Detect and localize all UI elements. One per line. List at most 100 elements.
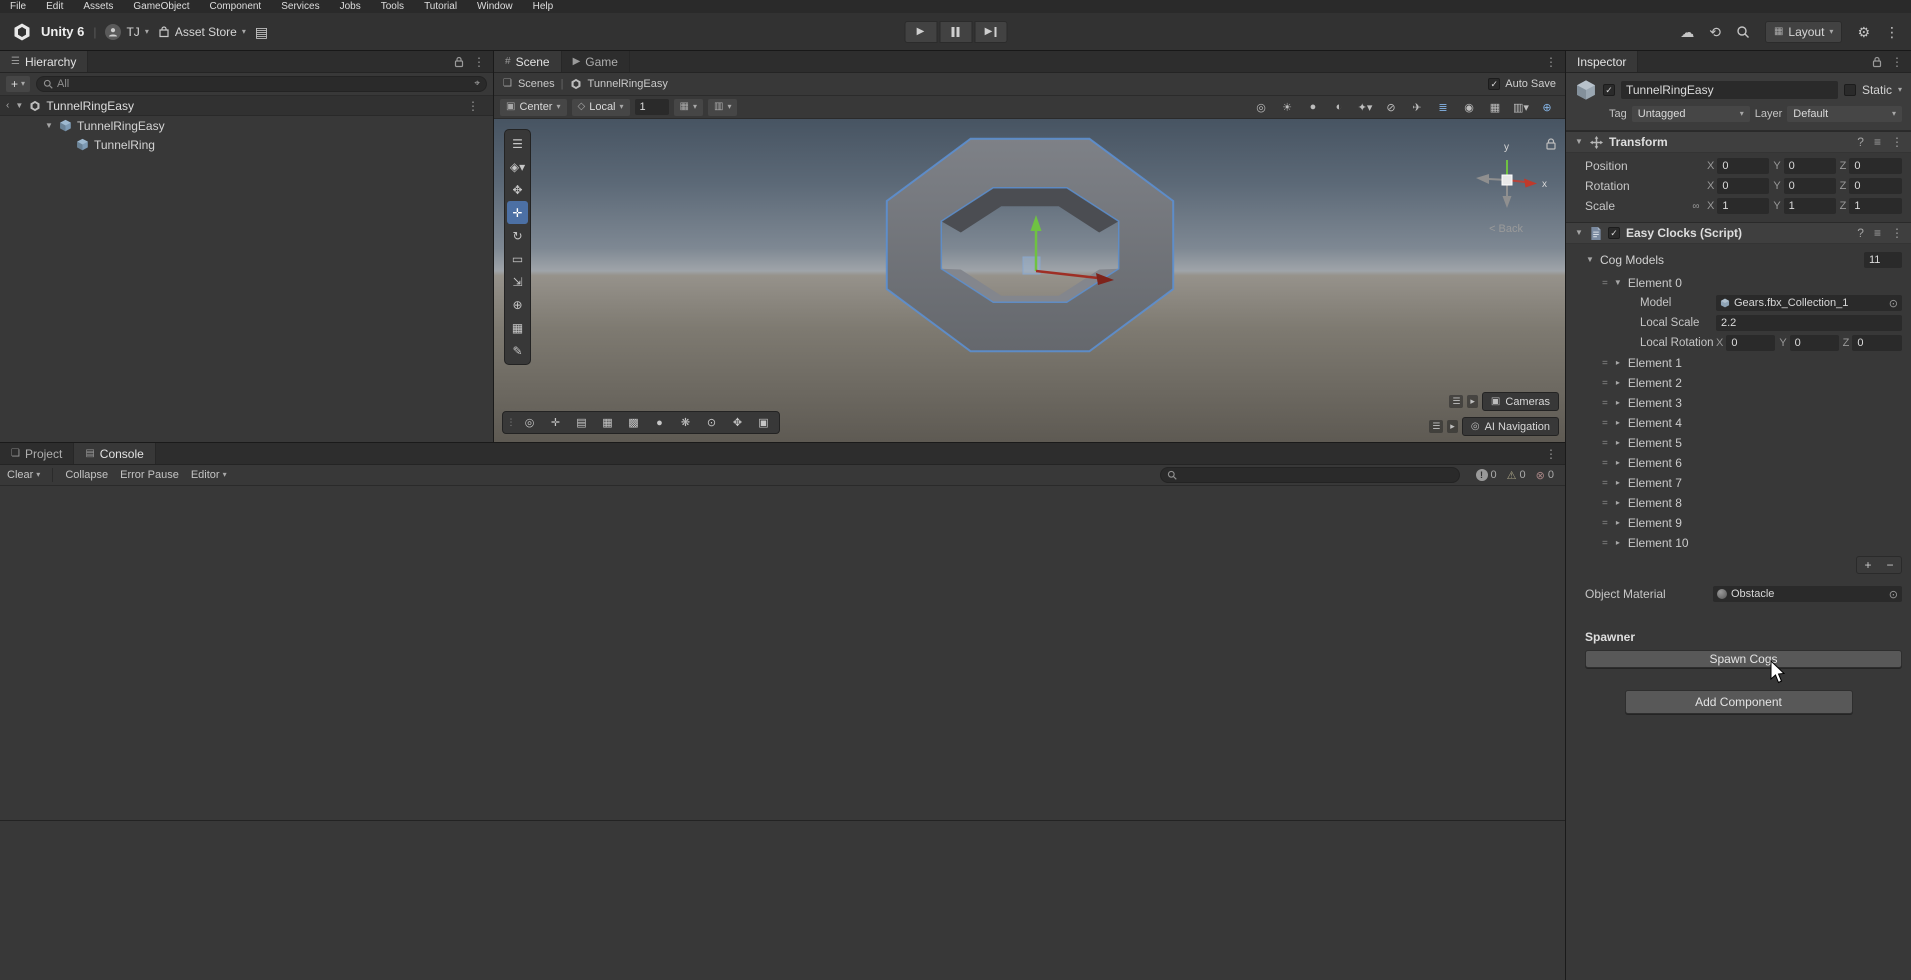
info-counter[interactable]: ! 0 [1475, 469, 1497, 481]
element-3-row[interactable]: = ▸ Element 3 [1566, 393, 1911, 413]
drag-handle-icon[interactable]: = [1602, 538, 1608, 549]
drag-handle-icon[interactable]: = [1602, 518, 1608, 529]
collapse-panel-icon[interactable]: ‹ [6, 100, 9, 111]
foldout-closed-icon[interactable]: ▸ [1613, 479, 1623, 487]
help-icon[interactable]: ? [1857, 226, 1864, 240]
static-checkbox[interactable] [1843, 84, 1856, 96]
foldout-closed-icon[interactable]: ▸ [1613, 399, 1623, 407]
object-picker-icon[interactable]: ⊙ [1889, 297, 1898, 310]
element-5-row[interactable]: = ▸ Element 5 [1566, 433, 1911, 453]
foldout-closed-icon[interactable]: ▸ [1613, 419, 1623, 427]
tab-inspector[interactable]: Inspector [1566, 51, 1639, 72]
settings-gear-icon[interactable]: ⚙ [1857, 25, 1870, 39]
foldout-closed-icon[interactable]: ▸ [1613, 359, 1623, 367]
gizmos-toggle[interactable]: ⊕ [1535, 99, 1559, 116]
y-value-field[interactable]: 0 [1783, 158, 1836, 174]
scene-3d-render[interactable] [494, 119, 1565, 442]
orientation-gizmo[interactable]: y x [1463, 136, 1559, 222]
menu-component[interactable]: Component [210, 1, 262, 12]
element-10-row[interactable]: = ▸ Element 10 [1566, 533, 1911, 553]
gizmo-left-cone[interactable] [1476, 174, 1489, 184]
menu-tutorial[interactable]: Tutorial [424, 1, 457, 12]
rotate-tool[interactable]: ↻ [507, 224, 528, 247]
overlay-drag-handle-icon[interactable]: ☰ [1449, 395, 1464, 408]
tab-hierarchy[interactable]: ☰ Hierarchy [0, 51, 89, 72]
overlay-expand-icon[interactable]: ▸ [1467, 395, 1478, 408]
zoom-icon[interactable]: ⊙ [699, 413, 724, 432]
z-value-field[interactable]: 0 [1852, 335, 1902, 351]
drag-handle-icon[interactable]: = [1602, 498, 1608, 509]
grid-snap-dropdown[interactable]: ▦ ▾ [673, 98, 703, 116]
editor-dropdown[interactable]: Editor ▾ [191, 469, 227, 481]
drag-handle-icon[interactable]: = [1602, 478, 1608, 489]
menu-window[interactable]: Window [477, 1, 513, 12]
foldout-closed-icon[interactable]: ▸ [1613, 539, 1623, 547]
console-detail-area[interactable] [0, 820, 1565, 980]
overlay-expand-icon[interactable]: ▸ [1447, 420, 1458, 433]
drag-handle-icon[interactable]: = [1602, 398, 1608, 409]
foldout-closed-icon[interactable]: ▸ [1613, 519, 1623, 527]
foldout-open-icon[interactable]: ▼ [1613, 279, 1623, 287]
grid-size-field[interactable]: 1 [634, 99, 669, 115]
snap-settings-tool[interactable]: ▦ [507, 316, 528, 339]
wireframe-icon[interactable]: ▤ [569, 413, 594, 432]
script-enabled-checkbox[interactable]: ✓ [1608, 227, 1620, 239]
spawn-cogs-button[interactable]: Spawn Cogs [1585, 650, 1902, 668]
tab-game[interactable]: ▶ Game [562, 51, 630, 72]
gizmo-down-cone[interactable] [1502, 196, 1512, 208]
console-log-area[interactable] [0, 486, 1565, 820]
element-2-row[interactable]: = ▸ Element 2 [1566, 373, 1911, 393]
menu-file[interactable]: File [10, 1, 26, 12]
x-value-field[interactable]: 1 [1717, 198, 1770, 214]
z-value-field[interactable]: 0 [1849, 178, 1902, 194]
z-value-field[interactable]: 1 [1849, 198, 1902, 214]
package-tray-icon[interactable]: ▤ [255, 25, 268, 39]
layer-dropdown[interactable]: Default ▾ [1787, 106, 1902, 122]
render-mode-icon[interactable]: ◎ [517, 413, 542, 432]
snap-increment-dropdown[interactable]: ▥ ▾ [707, 98, 738, 116]
asset-store-menu[interactable]: Asset Store ▾ [158, 25, 246, 39]
object-picker-icon[interactable]: ⊙ [1889, 588, 1898, 601]
view-tool-dropdown[interactable]: ◈▾ [507, 155, 528, 178]
effects-toggle[interactable]: ◐ [1327, 99, 1351, 116]
scene-camera-toggle[interactable]: ◎ [1249, 99, 1273, 116]
hierarchy-item-tunnelringeasy[interactable]: ▼ TunnelRingEasy [0, 116, 493, 135]
add-gameobject-button[interactable]: + ▾ [6, 76, 31, 92]
pan-icon[interactable]: ✥ [725, 413, 750, 432]
breadcrumb-scenes[interactable]: Scenes [518, 78, 555, 90]
more-icon[interactable]: ⋮ [1891, 55, 1903, 69]
presets-icon[interactable]: ≡ [1874, 135, 1881, 149]
camera-preview-icon[interactable]: ▣ [751, 413, 776, 432]
more-icon[interactable]: ⋮ [473, 55, 485, 69]
effects-dropdown[interactable]: ✦▾ [1353, 99, 1377, 116]
account-menu[interactable]: TJ ▾ [105, 23, 149, 40]
foldout-open-icon[interactable]: ▼ [44, 121, 54, 130]
more-icon[interactable]: ⋮ [1891, 135, 1903, 149]
console-search[interactable] [1159, 467, 1460, 483]
foldout-closed-icon[interactable]: ▸ [1613, 439, 1623, 447]
z-value-field[interactable]: 0 [1849, 158, 1902, 174]
add-element-button[interactable]: + [1857, 557, 1879, 573]
active-checkbox[interactable]: ✓ [1603, 84, 1615, 96]
gameobject-name-field[interactable]: TunnelRingEasy [1621, 81, 1838, 99]
skybox-icon[interactable]: ● [647, 413, 672, 432]
menu-help[interactable]: Help [533, 1, 554, 12]
breadcrumb-current[interactable]: TunnelRingEasy [588, 78, 668, 90]
gizmo-x-axis[interactable] [1035, 269, 1099, 280]
handle-rotation-dropdown[interactable]: ◇ Local ▾ [571, 98, 630, 116]
auto-save-toggle[interactable]: ✓ Auto Save [1488, 78, 1556, 90]
lock-icon[interactable] [1872, 56, 1882, 68]
gizmos-icon[interactable]: ✛ [543, 413, 568, 432]
move-tool[interactable]: ✛ [507, 201, 528, 224]
overlay-drag-handle-icon[interactable]: ☰ [1429, 420, 1444, 433]
element-6-row[interactable]: = ▸ Element 6 [1566, 453, 1911, 473]
gizmo-x-cone[interactable] [1524, 178, 1537, 188]
object-material-field[interactable]: Obstacle ⊙ [1713, 586, 1902, 602]
help-icon[interactable]: ? [1857, 135, 1864, 149]
drag-handle-icon[interactable]: = [1602, 438, 1608, 449]
x-value-field[interactable]: 0 [1717, 158, 1770, 174]
menu-services[interactable]: Services [281, 1, 319, 12]
lock-icon[interactable] [454, 56, 464, 68]
gameobject-cube-icon[interactable] [1575, 79, 1597, 101]
foldout-open-icon[interactable]: ▼ [14, 101, 24, 110]
